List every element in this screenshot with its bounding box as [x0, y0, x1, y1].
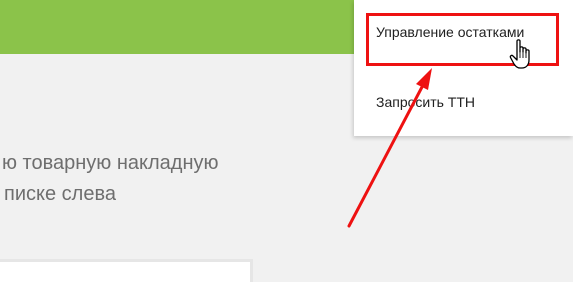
menu-item-manage-stock[interactable]: Управление остатками: [376, 24, 524, 40]
menu-item-request-ttn[interactable]: Запросить ТТН: [376, 94, 475, 110]
content-panel: [0, 262, 250, 282]
dropdown-menu: Управление остатками Запросить ТТН: [354, 0, 573, 136]
empty-state-message-line-1: ю товарную накладную: [2, 152, 219, 174]
empty-state-message-line-2: писке слева: [4, 183, 116, 205]
empty-state-message: ю товарную накладную писке слева: [0, 148, 219, 210]
